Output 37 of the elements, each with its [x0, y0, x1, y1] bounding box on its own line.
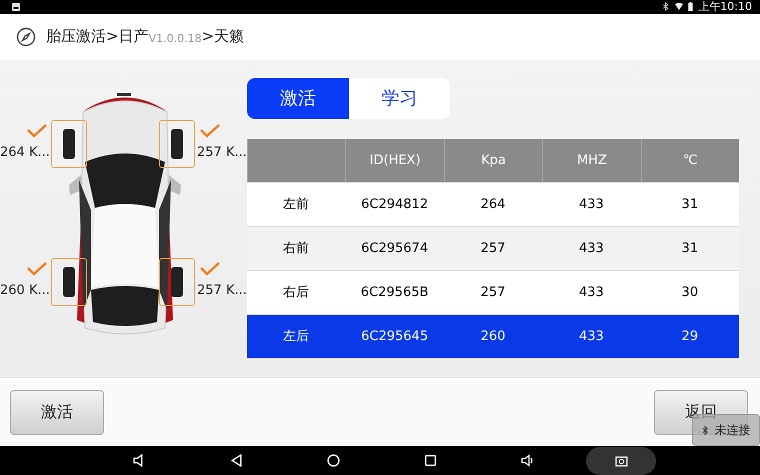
version-text: V1.0.0.18 [148, 30, 202, 45]
table-row[interactable]: 右后 6C29565B 257 433 30 [247, 270, 739, 315]
table-cell-text: 260 [480, 328, 506, 346]
pressure-reading: 260 K... [0, 282, 50, 298]
action-button[interactable]: 激活 [10, 390, 104, 435]
table-cell-text: 右前 [282, 240, 310, 258]
table-cell-text: 433 [578, 196, 605, 214]
column-header: MHZ [542, 138, 641, 182]
mode-tab[interactable]: 激活 [247, 78, 348, 119]
table-cell-text: 6C294812 [360, 196, 430, 214]
table-cell-text: 31 [680, 196, 700, 214]
table-cell-text: 257 [480, 240, 506, 258]
table-cell-text: 6C295645 [360, 328, 430, 346]
table-cell-text: 264 [480, 196, 506, 214]
column-header: ℃ [640, 138, 740, 182]
table-cell-text: 6C29565B [360, 284, 430, 302]
table-cell-text: 433 [578, 240, 605, 258]
breadcrumb-text: >天籁 [202, 27, 244, 46]
status-time: 上午10:10 [698, 0, 752, 13]
table-cell-text: 433 [578, 328, 605, 346]
table-cell-text: 6C295674 [360, 240, 430, 258]
table-cell-text: 257 [480, 284, 506, 302]
table-cell-text: 31 [680, 240, 700, 258]
table-cell-text: 左后 [282, 328, 310, 346]
table-cell-text: 右后 [282, 284, 310, 302]
table-cell-text: 左前 [282, 196, 310, 214]
breadcrumb-text: 胎压激活>日产 [46, 27, 149, 46]
pressure-reading: 264 K... [0, 144, 50, 160]
pressure-reading: 257 K... [197, 144, 247, 160]
pressure-reading: 257 K... [197, 282, 247, 298]
table-row[interactable]: 左前 6C294812 264 433 31 [247, 182, 739, 227]
table-cell-text: 29 [680, 328, 700, 346]
column-header: ID(HEX) [345, 138, 444, 182]
table-cell-text: 433 [578, 284, 605, 302]
table-cell-text: 30 [680, 284, 700, 302]
column-header: Kpa [444, 138, 542, 182]
table-row[interactable]: 左后 6C295645 260 433 29 [247, 314, 739, 359]
